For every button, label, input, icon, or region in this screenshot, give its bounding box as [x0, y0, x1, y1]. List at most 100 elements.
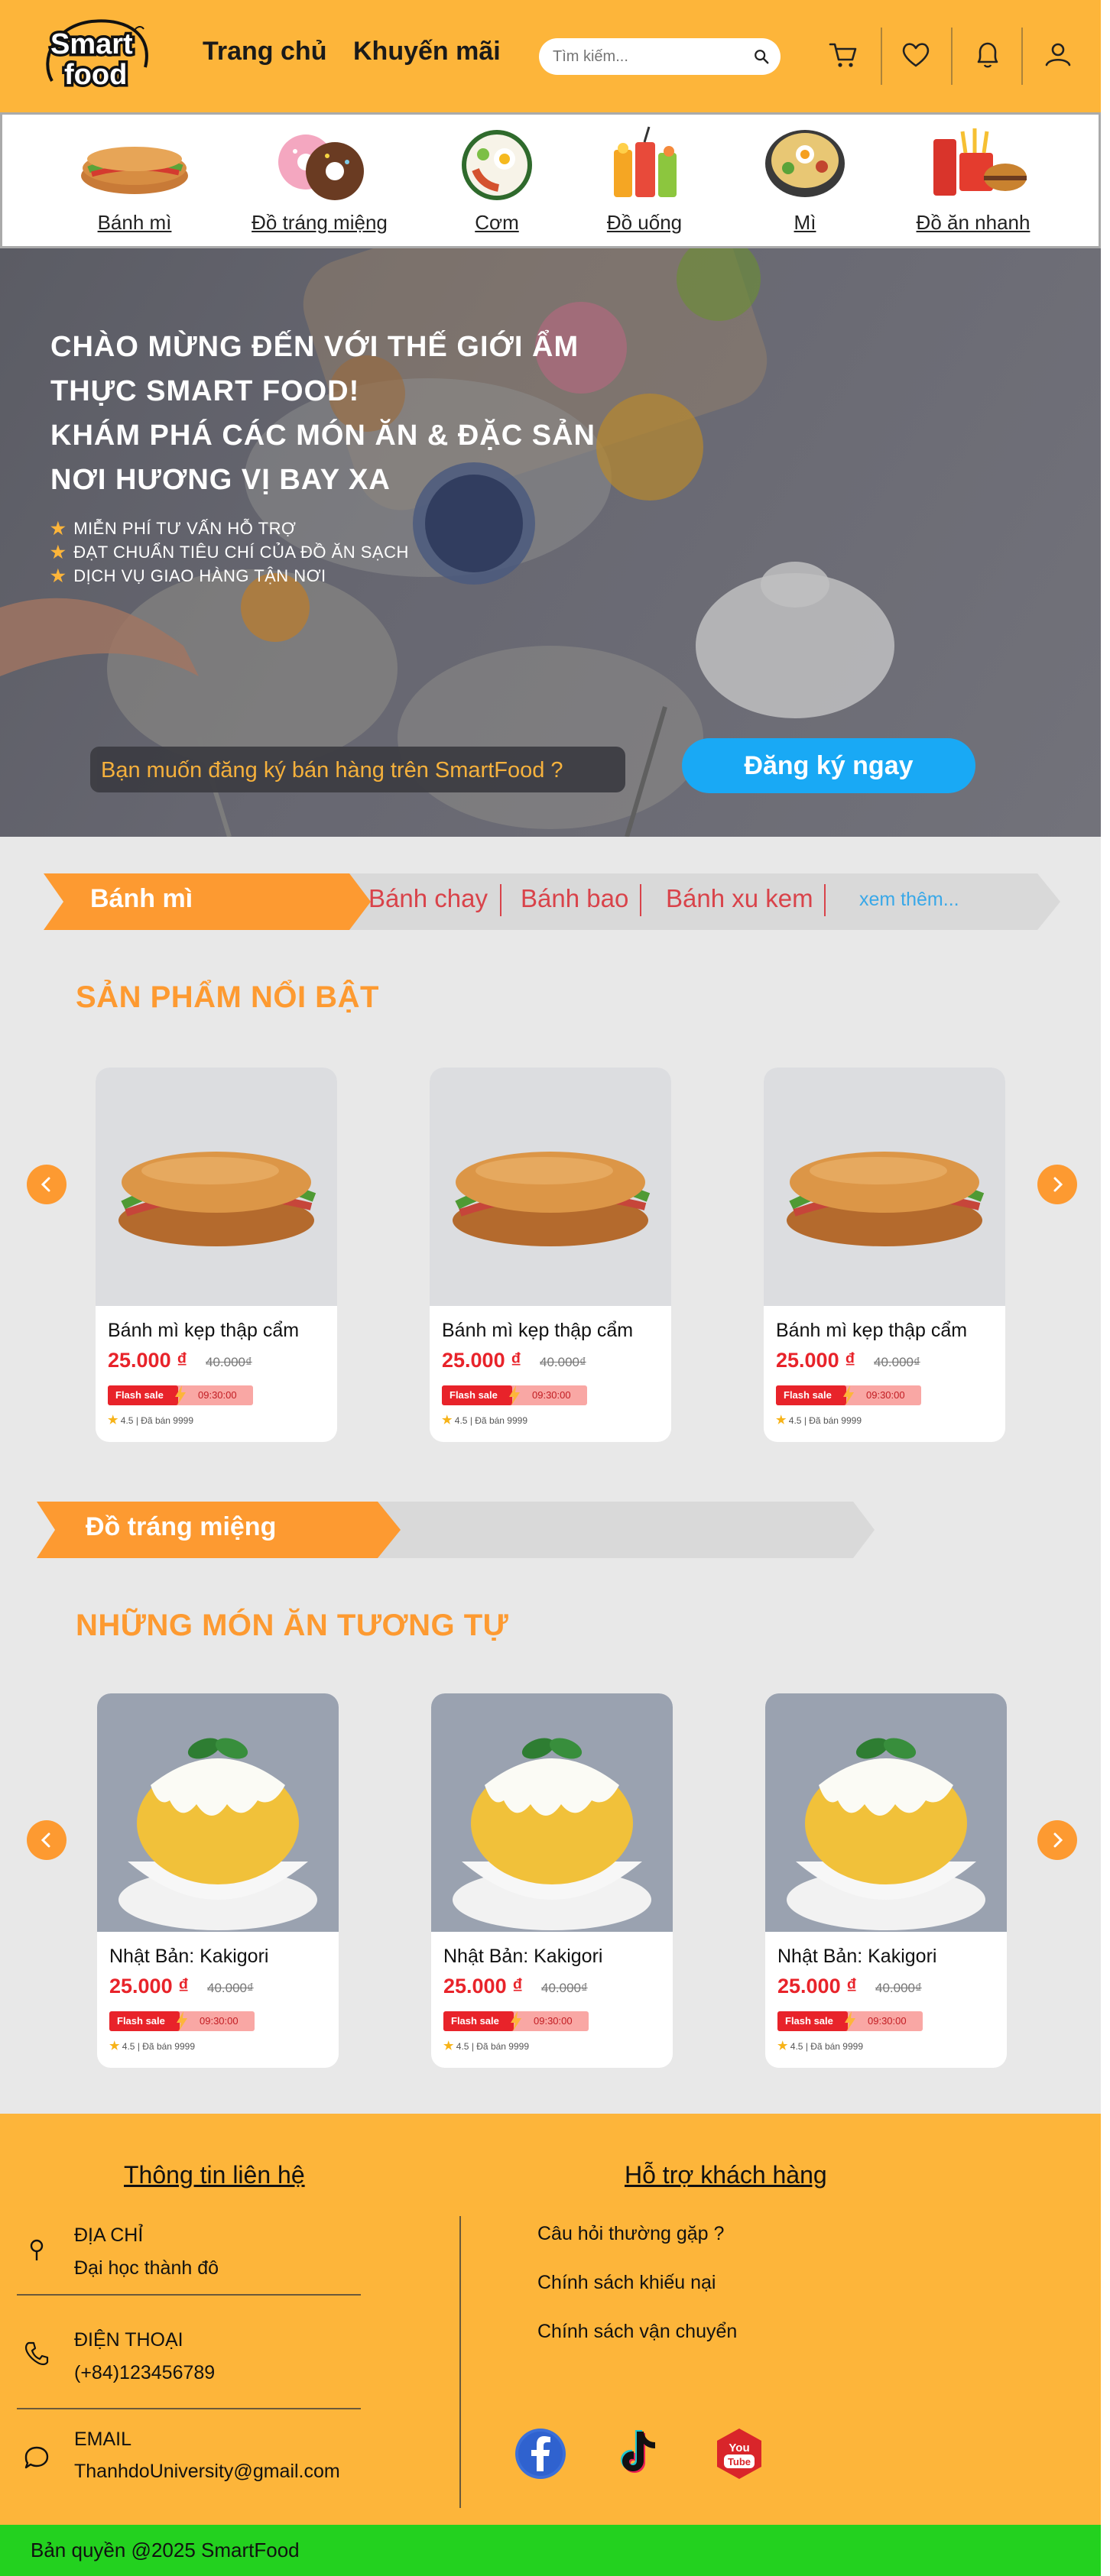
- email-value[interactable]: ThanhdoUniversity@gmail.com: [74, 2461, 340, 2483]
- product-image-banh-mi: [764, 1068, 1005, 1306]
- star-icon: ★: [777, 2040, 788, 2053]
- support-heading[interactable]: Hỗ trợ khách hàng: [625, 2161, 827, 2189]
- product-rating: ★ 4.5 | Đã bán 9999: [777, 2040, 863, 2053]
- product-rating: ★ 4.5 | Đã bán 9999: [776, 1414, 862, 1427]
- tiktok-icon[interactable]: [613, 2427, 667, 2480]
- star-icon: ★: [109, 2040, 120, 2053]
- carousel-next-button[interactable]: [1037, 1820, 1077, 1860]
- footer-vertical-divider: [459, 2216, 461, 2508]
- product-image-kakigori: [97, 1693, 339, 1932]
- product-card[interactable]: Nhật Bản: Kakigori 25.000 ₫ 40.000₫ Flas…: [97, 1693, 339, 2068]
- lightning-icon: [843, 1385, 854, 1405]
- user-icon[interactable]: [1041, 38, 1075, 72]
- product-old-price: 40.000₫: [206, 1355, 252, 1369]
- product-image-banh-mi: [96, 1068, 337, 1306]
- hero-title: CHÀO MỪNG ĐẾN VỚI THẾ GIỚI ẨM THỰC SMART…: [50, 325, 662, 502]
- tab-active-dessert[interactable]: Đồ tráng miệng: [86, 1512, 276, 1542]
- chevron-left-icon: [41, 1832, 50, 1848]
- signup-button[interactable]: Đăng ký ngay: [682, 738, 975, 793]
- address-label: ĐỊA CHỈ: [74, 2224, 144, 2246]
- tab-banh-chay[interactable]: Bánh chay: [368, 884, 488, 913]
- product-old-price: 40.000₫: [207, 1981, 254, 1995]
- product-rating: ★ 4.5 | Đã bán 9999: [108, 1414, 193, 1427]
- flash-sale-timer: 09:30:00: [868, 2015, 907, 2027]
- noodle-bowl-image: [765, 130, 845, 197]
- search-icon[interactable]: [753, 48, 770, 65]
- product-name: Nhật Bản: Kakigori: [777, 1946, 937, 1967]
- section-heading-similar: NHỮNG MÓN ĂN TƯƠNG TỰ: [76, 1609, 509, 1642]
- star-icon: ★: [50, 543, 67, 562]
- category-banh-mi[interactable]: Bánh mì: [50, 122, 219, 245]
- category-tab-bar: Bánh mì Bánh chay Bánh bao Bánh xu kem x…: [44, 873, 1060, 930]
- hero-title-line: NƠI HƯƠNG VỊ BAY XA: [50, 464, 391, 496]
- flash-sale-badge: Flash sale 09:30:00: [442, 1385, 587, 1405]
- header-divider: [951, 28, 953, 85]
- smart-food-logo[interactable]: Smart food: [38, 14, 161, 98]
- email-label: EMAIL: [74, 2429, 132, 2450]
- hero-feature: ★ MIỄN PHÍ TƯ VẤN HỖ TRỢ: [50, 519, 297, 538]
- category-do-trang-mieng[interactable]: Đồ tráng miệng: [235, 122, 404, 245]
- search-input[interactable]: [553, 46, 744, 67]
- product-name: Nhật Bản: Kakigori: [443, 1946, 603, 1967]
- shipping-policy-link[interactable]: Chính sách vận chuyển: [537, 2321, 737, 2343]
- contact-heading[interactable]: Thông tin liên hệ: [124, 2161, 305, 2189]
- donut-image: [278, 134, 364, 200]
- bell-icon[interactable]: [971, 38, 1005, 72]
- product-price: 25.000 ₫: [108, 1349, 187, 1372]
- youtube-icon[interactable]: You Tube: [712, 2427, 766, 2480]
- cart-icon[interactable]: [827, 38, 861, 72]
- product-card[interactable]: Nhật Bản: Kakigori 25.000 ₫ 40.000₫ Flas…: [765, 1693, 1007, 2068]
- flash-sale-timer: 09:30:00: [534, 2015, 573, 2027]
- hero-feature: ★ DỊCH VỤ GIAO HÀNG TẬN NƠI: [50, 566, 326, 585]
- phone-label: ĐIỆN THOẠI: [74, 2329, 183, 2351]
- complaint-policy-link[interactable]: Chính sách khiếu nại: [537, 2272, 716, 2294]
- product-old-price: 40.000₫: [874, 1355, 920, 1369]
- carousel-prev-button[interactable]: [27, 1820, 67, 1860]
- flash-sale-timer: 09:30:00: [866, 1389, 905, 1401]
- footer-divider: [17, 2294, 361, 2296]
- hero-banner: CHÀO MỪNG ĐẾN VỚI THẾ GIỚI ẨM THỰC SMART…: [0, 248, 1101, 837]
- tab-banh-bao[interactable]: Bánh bao: [521, 884, 628, 913]
- star-icon: ★: [108, 1414, 118, 1427]
- category-label: Mì: [794, 211, 816, 234]
- heart-icon[interactable]: [899, 38, 933, 72]
- category-label: Đồ uống: [606, 211, 683, 234]
- header: Smart food Trang chủ Khuyến mãi: [0, 0, 1101, 112]
- category-do-uong[interactable]: Đồ uống: [560, 122, 729, 245]
- banh-mi-image: [81, 147, 188, 194]
- fast-food-image: [933, 128, 1027, 196]
- facebook-icon[interactable]: [514, 2427, 567, 2480]
- hero-title-line: THỰC SMART FOOD!: [50, 375, 360, 407]
- category-do-an-nhanh[interactable]: Đồ ăn nhanh: [889, 122, 1057, 245]
- chat-bubble-icon: [24, 2446, 49, 2469]
- faq-link[interactable]: Câu hỏi thường gặp ?: [537, 2223, 724, 2245]
- lightning-icon: [175, 1385, 186, 1405]
- star-icon: ★: [443, 2040, 454, 2053]
- chevron-right-icon: [1053, 1832, 1063, 1848]
- product-image-kakigori: [431, 1693, 673, 1932]
- nav-home[interactable]: Trang chủ: [203, 37, 326, 66]
- carousel-prev-button[interactable]: [27, 1165, 67, 1204]
- tab-active-banh-mi[interactable]: Bánh mì: [90, 884, 193, 914]
- category-com[interactable]: Cơm: [413, 122, 581, 245]
- product-card[interactable]: Bánh mì kẹp thập cẩm 25.000 ₫ 40.000₫ Fl…: [96, 1068, 337, 1442]
- tab-banh-xu-kem[interactable]: Bánh xu kem: [666, 884, 813, 913]
- carousel-next-button[interactable]: [1037, 1165, 1077, 1204]
- see-more-link[interactable]: xem thêm...: [859, 889, 959, 911]
- category-mi[interactable]: Mì: [721, 122, 889, 245]
- page: Smart food Trang chủ Khuyến mãi B: [0, 0, 1101, 2576]
- chevron-right-icon: [1053, 1177, 1063, 1192]
- dessert-tab-bar: Đồ tráng miệng: [37, 1502, 878, 1558]
- product-price: 25.000 ₫: [443, 1975, 523, 1998]
- product-card[interactable]: Bánh mì kẹp thập cẩm 25.000 ₫ 40.000₫ Fl…: [430, 1068, 671, 1442]
- flash-sale-label: Flash sale: [109, 2011, 180, 2031]
- header-divider: [881, 28, 882, 85]
- nav-promotions[interactable]: Khuyến mãi: [353, 37, 501, 66]
- product-card[interactable]: Nhật Bản: Kakigori 25.000 ₫ 40.000₫ Flas…: [431, 1693, 673, 2068]
- category-label: Đồ tráng miệng: [252, 211, 388, 234]
- product-card[interactable]: Bánh mì kẹp thập cẩm 25.000 ₫ 40.000₫ Fl…: [764, 1068, 1005, 1442]
- product-name: Bánh mì kẹp thập cẩm: [776, 1320, 968, 1341]
- product-image-kakigori: [765, 1693, 1007, 1932]
- rice-plate-image: [462, 130, 532, 200]
- seller-prompt[interactable]: Bạn muốn đăng ký bán hàng trên SmartFood…: [90, 747, 625, 792]
